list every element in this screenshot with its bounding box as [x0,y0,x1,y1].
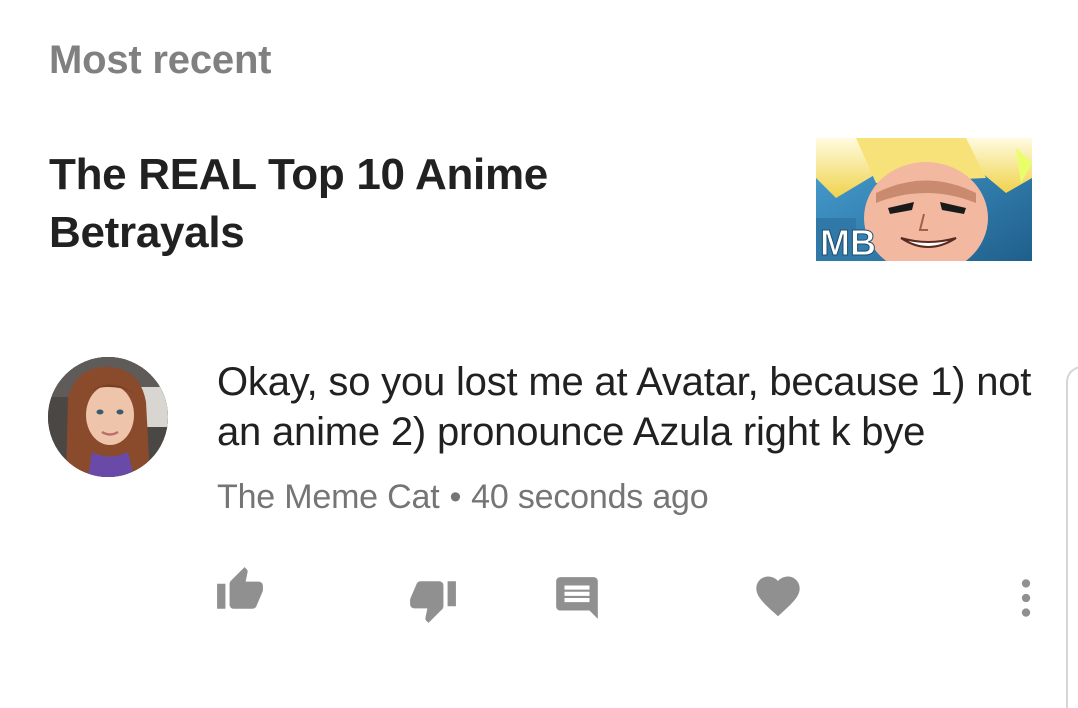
avatar-image [48,357,168,477]
avatar[interactable] [48,357,168,477]
thumbnail-logo: MB [820,222,876,261]
comment-text: Okay, so you lost me at Avatar, because … [217,360,1032,454]
heart-button[interactable] [750,568,806,624]
heart-icon [756,576,800,617]
dislike-button[interactable] [405,572,461,628]
reply-button[interactable] [549,570,605,626]
comment-icon [556,577,598,619]
video-thumbnail[interactable]: MB [816,138,1032,261]
meta-separator: • [449,478,462,516]
comment-meta: The Meme Cat • 40 seconds ago [217,478,709,517]
video-title[interactable]: The REAL Top 10 Anime Betrayals [49,146,649,262]
next-card-edge [1066,366,1078,708]
more-vertical-icon [1021,579,1031,617]
section-label: Most recent [49,38,272,82]
like-button[interactable] [212,562,268,618]
comment-author[interactable]: The Meme Cat [217,478,440,516]
thumbnail-image: MB [816,138,1032,261]
more-options-button[interactable] [998,570,1054,626]
thumbs-down-icon [410,581,456,623]
thumbs-up-icon [217,567,263,609]
comment-time: 40 seconds ago [471,478,709,516]
